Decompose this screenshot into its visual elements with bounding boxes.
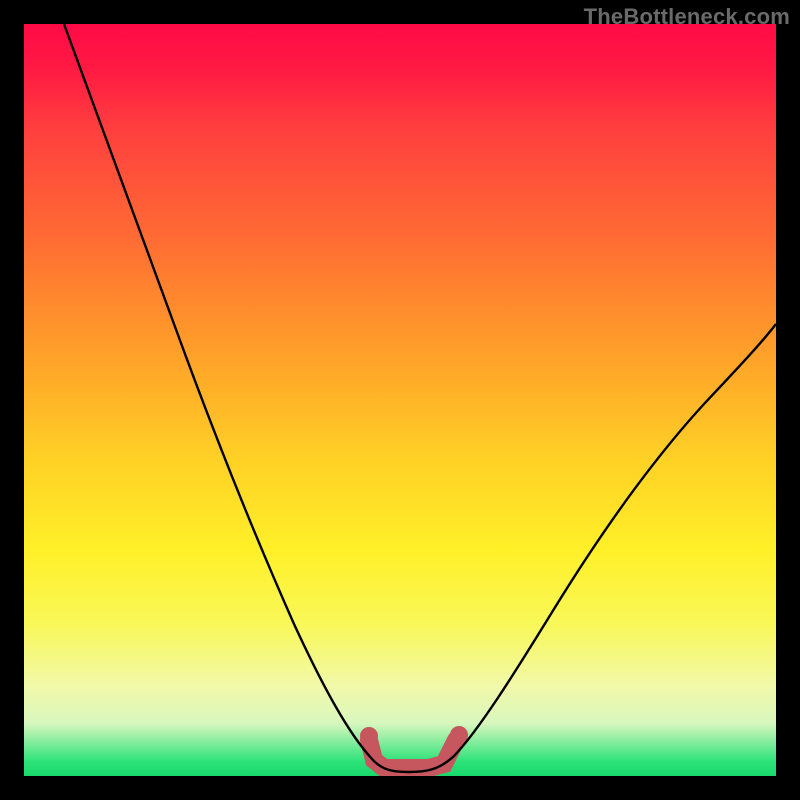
chart-frame: TheBottleneck.com xyxy=(0,0,800,800)
chart-svg xyxy=(24,24,776,776)
accent-dot-left xyxy=(360,727,378,745)
plot-area xyxy=(24,24,776,776)
watermark-text: TheBottleneck.com xyxy=(584,4,790,30)
bottleneck-curve xyxy=(64,24,776,772)
